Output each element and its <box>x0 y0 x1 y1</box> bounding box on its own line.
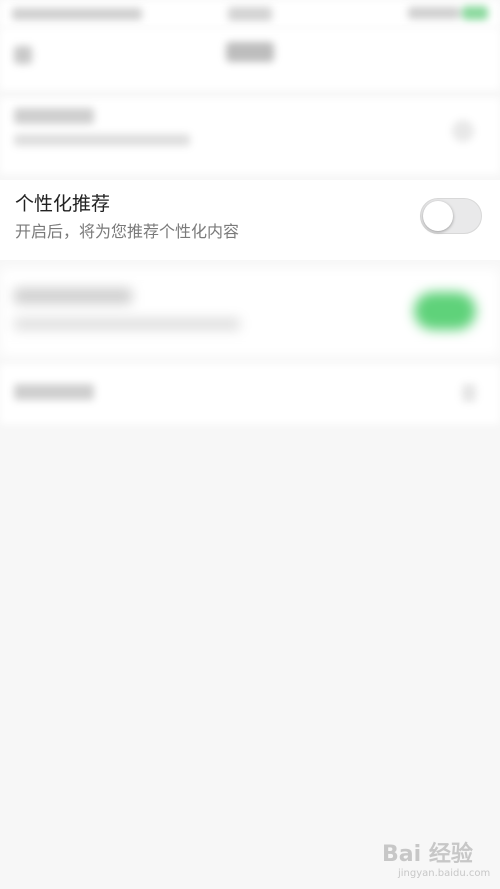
toggle-knob <box>423 201 453 231</box>
settings-row-blurred-3[interactable] <box>0 364 500 424</box>
row-subtitle <box>14 318 240 330</box>
battery-icon <box>462 6 488 20</box>
row-title <box>14 384 94 400</box>
row-title <box>14 288 132 304</box>
status-carrier <box>12 8 142 20</box>
status-time <box>228 7 272 21</box>
chevron-right-icon <box>462 384 476 402</box>
status-bar <box>0 0 500 28</box>
row-subtitle <box>14 134 190 146</box>
nav-bar <box>0 28 500 90</box>
watermark-url: jingyan.baidu.com <box>398 868 491 879</box>
setting-title: 个性化推荐 <box>15 193 111 215</box>
page-title <box>226 42 274 62</box>
setting-subtitle: 开启后，将为您推荐个性化内容 <box>15 222 240 241</box>
settings-row-blurred-1[interactable] <box>0 98 500 174</box>
chevron-right-icon <box>452 120 474 142</box>
baidu-jingyan-watermark: Bai 经验 <box>382 842 473 867</box>
toggle-switch-on[interactable] <box>414 292 476 330</box>
settings-row-blurred-2[interactable] <box>0 268 500 356</box>
row-title <box>14 108 94 124</box>
status-indicators <box>408 7 460 19</box>
back-arrow-icon[interactable] <box>14 46 32 64</box>
personalized-recommendation-toggle[interactable] <box>420 198 482 234</box>
